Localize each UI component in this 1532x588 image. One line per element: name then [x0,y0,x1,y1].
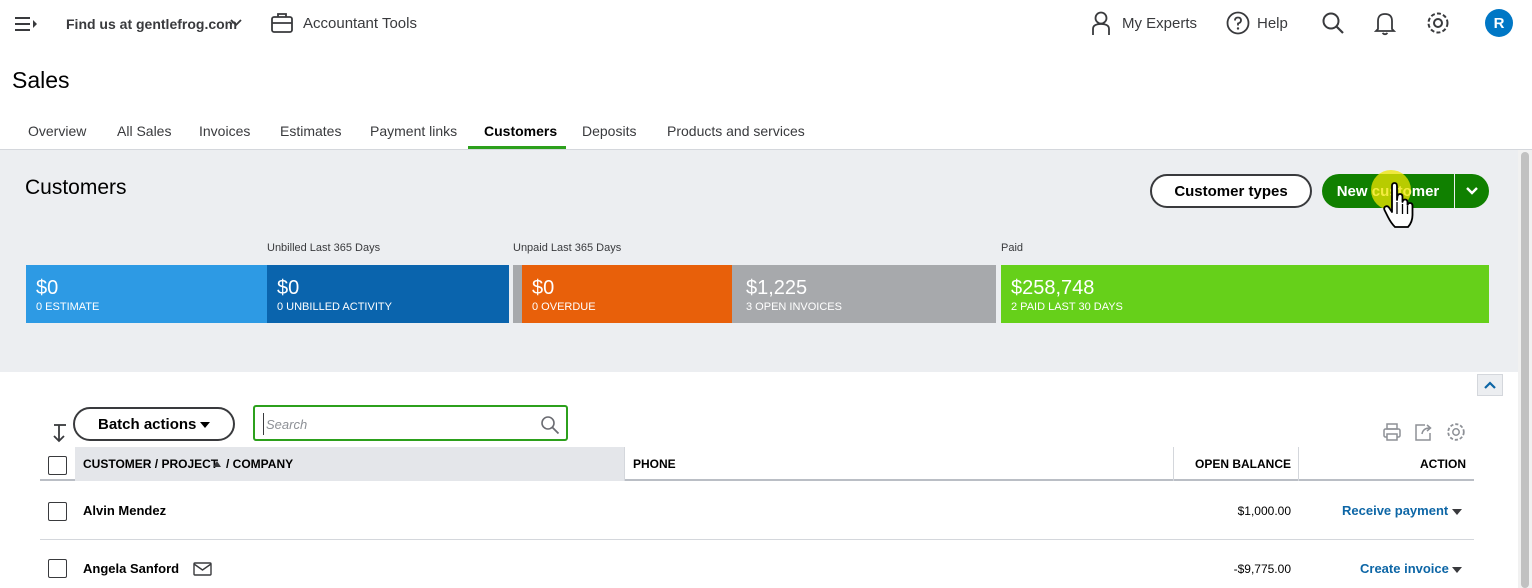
search-icon[interactable] [540,415,560,435]
stat-amount: $258,748 [1011,277,1095,299]
search-icon[interactable] [1321,11,1345,35]
customer-project-header-label[interactable]: CUSTOMER / PROJECT [83,457,218,471]
help-link[interactable]: Help [1257,15,1288,32]
batch-actions-button[interactable]: Batch actions [73,407,235,441]
stat-amount: $0 [36,277,59,299]
tab-overview[interactable]: Overview [28,120,86,150]
stat-amount: $1,225 [746,277,808,299]
action-dropdown-caret-icon[interactable] [1452,566,1462,574]
company-name[interactable]: Find us at gentlefrog.com [66,16,237,32]
action-column-header: ACTION [1420,457,1466,471]
print-icon[interactable] [1382,422,1402,442]
stat-label: 0 ESTIMATE [36,301,100,313]
table-header: CUSTOMER / PROJECT / COMPANY PHONE OPEN … [40,447,1474,481]
hamburger-menu-icon[interactable] [14,12,40,36]
collapse-panel-button[interactable] [1477,374,1503,396]
column-divider [1298,447,1299,481]
stat-label: 2 PAID LAST 30 DAYS [1011,301,1123,313]
search-input[interactable] [263,413,523,435]
stat-amount: $0 [532,277,555,299]
person-icon[interactable] [1090,10,1112,36]
my-experts-link[interactable]: My Experts [1122,15,1197,32]
estimate-stat-bar[interactable]: $0 0 ESTIMATE [26,265,267,323]
tab-invoices[interactable]: Invoices [199,120,250,150]
chevron-down-icon[interactable] [229,16,243,30]
column-divider [1173,447,1174,481]
action-dropdown-caret-icon[interactable] [1452,508,1462,516]
hand-pointer-cursor-icon [1383,182,1414,228]
export-icon[interactable] [1413,422,1435,442]
scrollbar-thumb[interactable] [1521,152,1529,588]
envelope-icon[interactable] [193,562,212,576]
select-all-cell [40,447,74,481]
customers-heading: Customers [25,176,127,199]
tab-products-and-services[interactable]: Products and services [667,120,805,150]
unbilled-activity-stat-bar[interactable]: $0 0 UNBILLED ACTIVITY [267,265,509,323]
top-bar: Find us at gentlefrog.com Accountant Too… [0,0,1532,48]
open-invoices-stat-bar[interactable]: $1,225 3 OPEN INVOICES [732,265,996,323]
tab-deposits[interactable]: Deposits [582,120,636,150]
caret-down-icon [200,422,210,428]
stat-label: 3 OPEN INVOICES [746,301,842,313]
avatar[interactable]: R [1485,9,1513,37]
company-header-label[interactable]: / COMPANY [226,457,293,471]
chevron-up-icon [1484,381,1496,389]
row-checkbox[interactable] [48,559,67,578]
bell-icon[interactable] [1374,10,1396,36]
row-checkbox[interactable] [48,502,67,521]
unpaid-edge-marker [513,265,522,323]
customer-types-button[interactable]: Customer types [1150,174,1312,208]
paid-stat-bar[interactable]: $258,748 2 PAID LAST 30 DAYS [1001,265,1489,323]
receive-payment-link[interactable]: Receive payment [1342,503,1448,518]
table-settings-gear-icon[interactable] [1445,421,1467,443]
sort-arrow-icon[interactable] [50,422,68,444]
overdue-stat-bar[interactable]: $0 0 OVERDUE [522,265,732,323]
page-title: Sales [12,67,70,93]
open-balance: -$9,775.00 [1233,562,1291,576]
tab-all-sales[interactable]: All Sales [117,120,171,150]
accountant-tools-link[interactable]: Accountant Tools [303,15,417,32]
unpaid-section-label: Unpaid Last 365 Days [513,242,622,254]
sort-ascending-icon [213,461,221,467]
phone-column-header[interactable]: PHONE [633,457,676,471]
new-customer-dropdown-button[interactable] [1455,174,1489,208]
stat-label: 0 OVERDUE [532,301,596,313]
open-balance-column-header[interactable]: OPEN BALANCE [1195,457,1291,471]
create-invoice-link[interactable]: Create invoice [1360,561,1449,576]
customer-name[interactable]: Alvin Mendez [83,503,166,518]
column-divider [624,447,625,481]
gear-icon[interactable] [1425,10,1451,36]
table-row[interactable]: Alvin Mendez $1,000.00 Receive payment [40,482,1474,540]
stat-label: 0 UNBILLED ACTIVITY [277,301,392,313]
paid-section-label: Paid [1001,242,1024,254]
unbilled-section-label: Unbilled Last 365 Days [267,242,381,254]
search-box [253,405,568,441]
customer-name[interactable]: Angela Sanford [83,561,179,576]
stat-amount: $0 [277,277,300,299]
tab-estimates[interactable]: Estimates [280,120,341,150]
table-row[interactable]: Angela Sanford -$9,775.00 Create invoice [40,540,1474,588]
tab-payment-links[interactable]: Payment links [370,120,457,150]
customer-column-header[interactable]: CUSTOMER / PROJECT / COMPANY [75,447,625,481]
help-icon[interactable] [1226,11,1250,35]
select-all-checkbox[interactable] [48,456,67,475]
briefcase-icon[interactable] [270,11,294,35]
open-balance: $1,000.00 [1237,504,1291,518]
chevron-down-icon [1466,187,1478,195]
